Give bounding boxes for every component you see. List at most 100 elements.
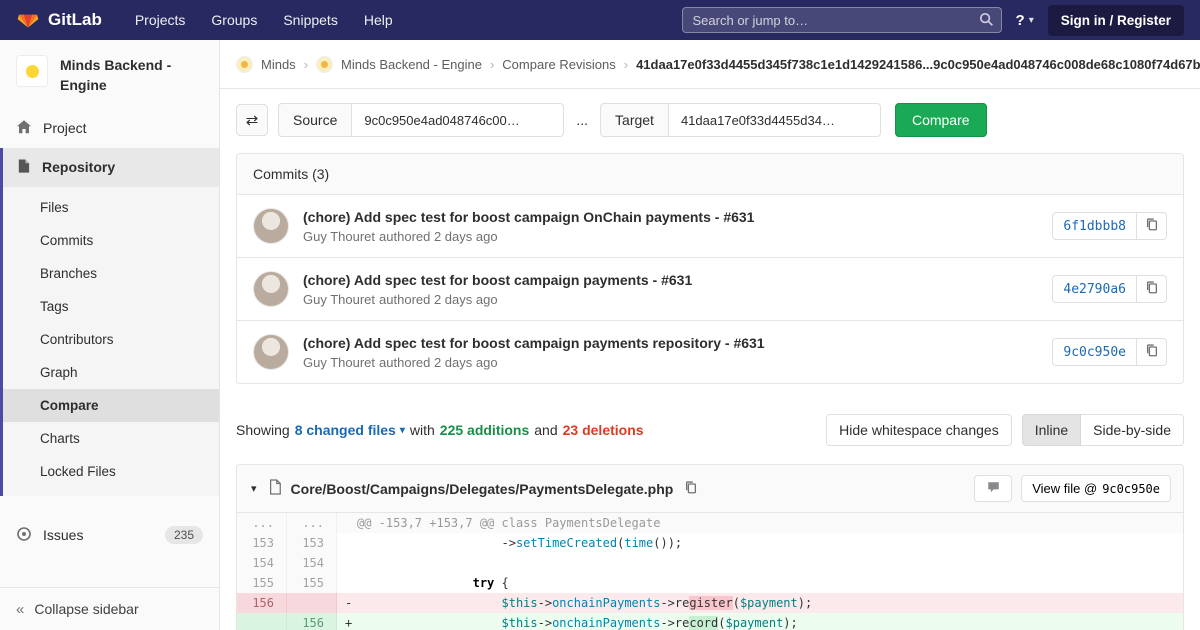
- target-group: Target 41daa17e0f33d4455d34…: [600, 103, 881, 137]
- commit-title[interactable]: (chore) Add spec test for boost campaign…: [303, 209, 754, 225]
- commit-author[interactable]: Guy Thouret: [303, 292, 375, 307]
- gitlab-logo[interactable]: GitLab: [16, 7, 102, 33]
- user-avatar[interactable]: [253, 208, 289, 244]
- sidebar-item-charts[interactable]: Charts: [3, 422, 219, 455]
- commit-meta: authored 2 days ago: [379, 355, 498, 370]
- copy-file-path-button[interactable]: [682, 478, 700, 500]
- target-label: Target: [600, 103, 668, 137]
- commit-sha[interactable]: 9c0c950e: [1052, 338, 1137, 366]
- new-line-number[interactable]: 153: [287, 533, 337, 553]
- inline-view-button[interactable]: Inline: [1022, 414, 1081, 446]
- view-file-button[interactable]: View file @ 9c0c950e: [1021, 475, 1171, 502]
- new-line-number[interactable]: 156: [287, 613, 337, 630]
- old-line-number[interactable]: 154: [237, 553, 287, 573]
- old-line-number[interactable]: [237, 613, 287, 630]
- deletions-count: 23 deletions: [563, 422, 644, 438]
- commit-meta: authored 2 days ago: [379, 292, 498, 307]
- breadcrumb-group-link[interactable]: Minds: [261, 57, 296, 72]
- commit-sha[interactable]: 6f1dbbb8: [1052, 212, 1137, 240]
- breadcrumb-compare-link[interactable]: Compare Revisions: [502, 57, 615, 72]
- target-ref-dropdown[interactable]: 41daa17e0f33d4455d34…: [668, 103, 881, 137]
- swap-icon: ⇄: [246, 111, 259, 129]
- sign-in-button[interactable]: Sign in / Register: [1048, 5, 1184, 36]
- sidebar-item-contributors[interactable]: Contributors: [3, 323, 219, 356]
- compare-button[interactable]: Compare: [895, 103, 987, 137]
- commit-author[interactable]: Guy Thouret: [303, 355, 375, 370]
- sidebar-item-issues[interactable]: Issues 235: [0, 516, 219, 555]
- issues-count-badge: 235: [165, 526, 203, 544]
- user-avatar[interactable]: [253, 271, 289, 307]
- collapse-diff-button[interactable]: ▾: [249, 480, 259, 497]
- source-ref-dropdown[interactable]: 9c0c950e4ad048746c00…: [351, 103, 564, 137]
- changed-files-dropdown[interactable]: 8 changed files ▾: [295, 422, 405, 438]
- nav-link-groups[interactable]: Groups: [198, 2, 270, 38]
- diff-file-header: ▾ Core/Boost/Campaigns/Delegates/Payment…: [237, 465, 1183, 513]
- new-line-number[interactable]: ...: [287, 513, 337, 533]
- diff-line: ...... @@ -153,7 +153,7 @@ class Payment…: [237, 513, 1183, 533]
- diff-view-toggle: Inline Side-by-side: [1022, 414, 1184, 446]
- side-by-side-view-button[interactable]: Side-by-side: [1081, 414, 1184, 446]
- diff-code: ->setTimeCreated(time());: [337, 533, 1183, 553]
- file-icon: [268, 479, 282, 498]
- copy-sha-button[interactable]: [1137, 338, 1167, 366]
- new-line-number[interactable]: [287, 593, 337, 613]
- home-icon: [16, 119, 32, 138]
- file-path-link[interactable]: Core/Boost/Campaigns/Delegates/PaymentsD…: [291, 481, 674, 497]
- sidebar-item-branches[interactable]: Branches: [3, 257, 219, 290]
- chevron-right-icon: ›: [304, 57, 308, 72]
- search-icon[interactable]: [979, 12, 994, 30]
- copy-sha-button[interactable]: [1137, 212, 1167, 240]
- document-icon: [16, 158, 31, 177]
- commit-title[interactable]: (chore) Add spec test for boost campaign…: [303, 272, 692, 288]
- sidebar-item-compare[interactable]: Compare: [3, 389, 219, 422]
- old-line-number[interactable]: 153: [237, 533, 287, 553]
- breadcrumb-project-link[interactable]: Minds Backend - Engine: [341, 57, 482, 72]
- search-input[interactable]: [682, 7, 1002, 33]
- sidebar-item-graph[interactable]: Graph: [3, 356, 219, 389]
- commits-panel-title: Commits (3): [237, 154, 1183, 195]
- comment-icon: [986, 480, 1001, 497]
- diff-code: @@ -153,7 +153,7 @@ class PaymentsDelega…: [337, 513, 1183, 533]
- chevron-down-icon: ▾: [1029, 15, 1034, 26]
- hide-whitespace-button[interactable]: Hide whitespace changes: [826, 414, 1012, 446]
- changed-files-label: 8 changed files: [295, 422, 396, 438]
- user-avatar[interactable]: [253, 334, 289, 370]
- sidebar-item-locked-files[interactable]: Locked Files: [3, 455, 219, 488]
- diff-line: 154154: [237, 553, 1183, 573]
- swap-revisions-button[interactable]: ⇄: [236, 104, 268, 136]
- sidebar-item-tags[interactable]: Tags: [3, 290, 219, 323]
- collapse-chevrons-icon: «: [16, 602, 24, 617]
- sidebar-item-files[interactable]: Files: [3, 191, 219, 224]
- commit-row: (chore) Add spec test for boost campaign…: [237, 321, 1183, 383]
- diff-line: 156+ $this->onchainPayments->record($pay…: [237, 613, 1183, 630]
- sidebar-item-repository[interactable]: Repository: [3, 148, 219, 187]
- project-avatar-small: [316, 56, 333, 73]
- collapse-sidebar-button[interactable]: « Collapse sidebar: [0, 587, 219, 630]
- diff-code: [337, 553, 1183, 573]
- commit-author[interactable]: Guy Thouret: [303, 229, 375, 244]
- nav-link-snippets[interactable]: Snippets: [270, 2, 350, 38]
- nav-link-help[interactable]: Help: [351, 2, 406, 38]
- gitlab-logo-text: GitLab: [48, 10, 102, 30]
- help-icon: ?: [1016, 12, 1025, 29]
- project-context[interactable]: Minds Backend - Engine: [0, 40, 219, 109]
- diff-line: 155155 try {: [237, 573, 1183, 593]
- project-title: Minds Backend - Engine: [60, 55, 203, 96]
- old-line-number[interactable]: 156: [237, 593, 287, 613]
- sidebar-item-commits[interactable]: Commits: [3, 224, 219, 257]
- nav-link-projects[interactable]: Projects: [122, 2, 199, 38]
- collapse-label: Collapse sidebar: [34, 601, 138, 617]
- sidebar-item-project[interactable]: Project: [0, 109, 219, 148]
- chevron-right-icon: ›: [624, 57, 628, 72]
- new-line-number[interactable]: 155: [287, 573, 337, 593]
- toggle-comments-button[interactable]: [974, 475, 1012, 502]
- help-menu[interactable]: ? ▾: [1016, 12, 1034, 29]
- copy-icon: [1145, 280, 1159, 298]
- commit-title[interactable]: (chore) Add spec test for boost campaign…: [303, 335, 765, 351]
- new-line-number[interactable]: 154: [287, 553, 337, 573]
- old-line-number[interactable]: ...: [237, 513, 287, 533]
- commit-sha[interactable]: 4e2790a6: [1052, 275, 1137, 303]
- sidebar-item-label: Repository: [42, 159, 115, 175]
- copy-sha-button[interactable]: [1137, 275, 1167, 303]
- old-line-number[interactable]: 155: [237, 573, 287, 593]
